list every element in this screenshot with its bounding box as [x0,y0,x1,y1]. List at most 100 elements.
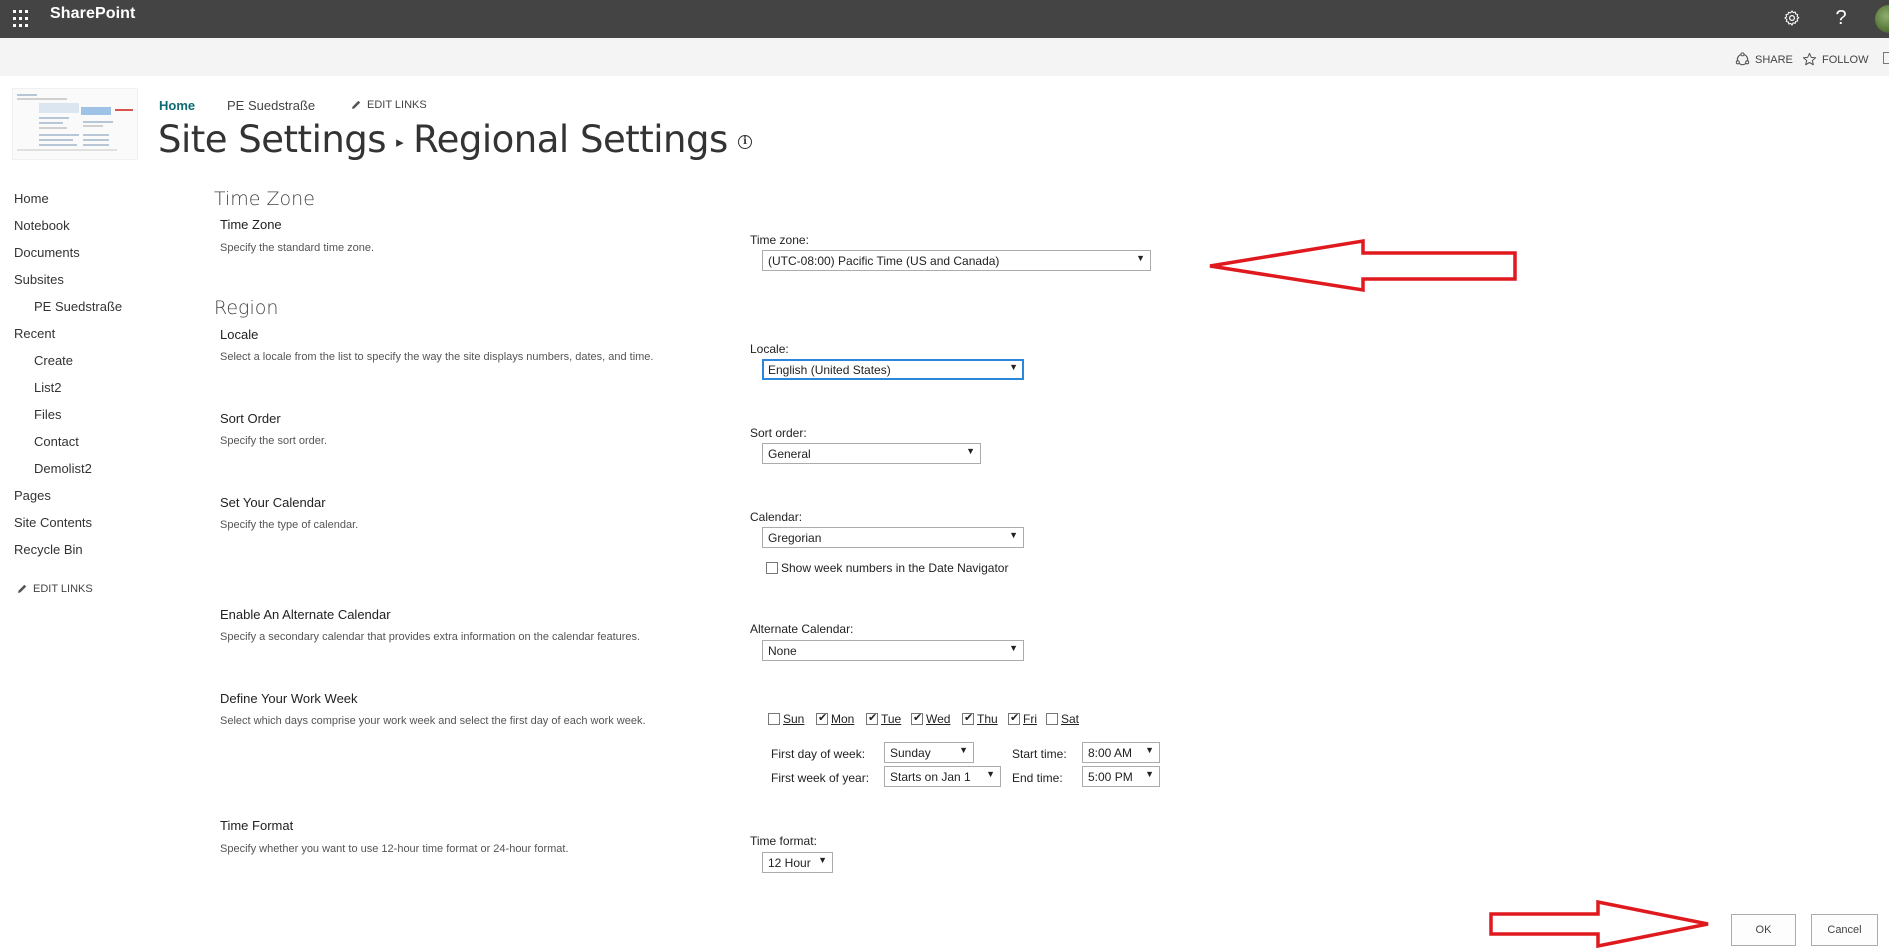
nav-item-subsites[interactable]: Subsites [14,272,64,287]
pencil-icon [18,584,27,593]
nav-item-recycle-bin[interactable]: Recycle Bin [14,542,83,557]
site-logo[interactable] [12,88,138,160]
time-format-desc: Specify whether you want to use 12-hour … [220,843,569,855]
nav-item-demolist2[interactable]: Demolist2 [34,461,92,476]
cancel-button[interactable]: Cancel [1811,914,1878,946]
nav-item-notebook[interactable]: Notebook [14,218,70,233]
nav-item-pages[interactable]: Pages [14,488,51,503]
breadcrumb-current: Regional Settings [413,118,728,161]
share-button[interactable]: SHARE [1735,52,1793,67]
sun-box[interactable] [768,713,780,725]
alt-calendar-value: None [768,644,797,658]
start-time-value: 8:00 AM [1088,746,1133,760]
wed-box[interactable] [911,711,923,725]
fri-box[interactable] [1008,711,1020,725]
share-icon [1735,52,1750,66]
sort-order-value: General [768,447,811,461]
time-zone-desc: Specify the standard time zone. [220,242,375,254]
info-icon[interactable]: i [737,134,752,149]
alt-calendar-label: Alternate Calendar: [750,622,854,636]
topnav-home[interactable]: Home [159,98,195,113]
page-title: Site Settings ▸ Regional Settings i [158,118,752,161]
follow-button[interactable]: FOLLOW [1802,52,1868,67]
first-week-label: First week of year: [771,771,870,785]
time-zone-title: Time Zone [220,217,282,232]
dropdown-arrow-icon: ▼ [1009,530,1018,540]
follow-label: FOLLOW [1822,53,1869,66]
sort-order-label: Sort order: [750,426,807,440]
breadcrumb-site-settings[interactable]: Site Settings [158,118,387,161]
first-week-select[interactable]: Starts on Jan 1 ▼ [884,766,1001,787]
calendar-title: Set Your Calendar [220,495,326,510]
dropdown-arrow-icon: ▼ [1009,362,1018,372]
day-checkbox-thu[interactable]: Thu [962,711,998,726]
dropdown-arrow-icon: ▼ [1009,643,1018,653]
sat-label: Sat [1061,712,1080,726]
nav-item-site-contents[interactable]: Site Contents [14,515,92,530]
sort-order-title: Sort Order [220,411,281,426]
gear-icon[interactable] [1778,4,1806,32]
week-numbers-checkbox[interactable]: Show week numbers in the Date Navigator [766,561,1008,575]
locale-title: Locale [220,327,259,342]
day-checkbox-tue[interactable]: Tue [866,711,902,726]
day-checkbox-sat[interactable]: Sat [1046,712,1079,726]
time-format-select[interactable]: 12 Hour ▼ [762,852,833,873]
focus-mode-icon[interactable] [1883,52,1889,64]
day-checkbox-wed[interactable]: Wed [911,711,951,726]
end-time-value: 5:00 PM [1088,770,1133,784]
alt-calendar-desc: Specify a secondary calendar that provid… [220,631,641,643]
edit-links-top[interactable]: EDIT LINKS [350,99,427,111]
first-day-label: First day of week: [771,747,866,761]
nav-item-list2[interactable]: List2 [34,380,61,395]
end-time-label: End time: [1012,771,1063,785]
thu-box[interactable] [962,711,974,725]
time-zone-label: Time zone: [750,233,809,247]
sort-order-select[interactable]: General ▼ [762,443,981,464]
start-time-select[interactable]: 8:00 AM ▼ [1082,742,1160,763]
calendar-desc: Specify the type of calendar. [220,519,359,531]
app-name[interactable]: SharePoint [50,5,135,23]
time-zone-value: (UTC-08:00) Pacific Time (US and Canada) [768,254,1000,268]
dropdown-arrow-icon: ▼ [959,745,968,755]
week-numbers-label: Show week numbers in the Date Navigator [781,561,1009,575]
start-time-label: Start time: [1012,747,1067,761]
calendar-value: Gregorian [768,531,822,545]
end-time-select[interactable]: 5:00 PM ▼ [1082,766,1160,787]
breadcrumb-separator-icon: ▸ [396,132,404,151]
app-launcher-icon[interactable] [0,0,36,38]
nav-item-pe-suedstrasse[interactable]: PE Suedstraße [34,299,122,314]
nav-item-home[interactable]: Home [14,191,49,206]
calendar-select[interactable]: Gregorian ▼ [762,527,1024,548]
first-day-value: Sunday [890,746,931,760]
nav-item-contact[interactable]: Contact [34,434,79,449]
nav-item-create[interactable]: Create [34,353,73,368]
tue-label: Tue [881,712,902,726]
dropdown-arrow-icon: ▼ [818,855,827,865]
nav-item-files[interactable]: Files [34,407,61,422]
sat-box[interactable] [1046,713,1058,725]
nav-item-recent[interactable]: Recent [14,326,55,341]
first-week-value: Starts on Jan 1 [890,770,971,784]
annotation-arrow-time-zone-icon [1209,238,1517,293]
topnav-pe-suedstrasse[interactable]: PE Suedstraße [227,98,315,113]
alt-calendar-select[interactable]: None ▼ [762,640,1024,661]
time-zone-select[interactable]: (UTC-08:00) Pacific Time (US and Canada)… [762,250,1151,271]
first-day-select[interactable]: Sunday ▼ [884,742,974,763]
nav-item-documents[interactable]: Documents [14,245,80,260]
star-icon [1802,52,1817,66]
tue-box[interactable] [866,711,878,725]
avatar[interactable] [1875,5,1889,33]
edit-links-label: EDIT LINKS [367,99,427,111]
mon-box[interactable] [816,711,828,725]
day-checkbox-sun[interactable]: Sun [768,712,804,726]
day-checkbox-mon[interactable]: Mon [816,711,854,726]
edit-links-left[interactable]: EDIT LINKS [16,583,93,595]
help-icon[interactable]: ? [1827,4,1855,32]
week-numbers-box[interactable] [766,562,778,574]
locale-select[interactable]: English (United States) ▼ [762,359,1024,380]
day-checkbox-fri[interactable]: Fri [1008,711,1037,726]
dropdown-arrow-icon: ▼ [966,446,975,456]
wed-label: Wed [926,712,951,726]
ok-button[interactable]: OK [1731,914,1796,946]
work-week-desc: Select which days comprise your work wee… [220,715,646,727]
